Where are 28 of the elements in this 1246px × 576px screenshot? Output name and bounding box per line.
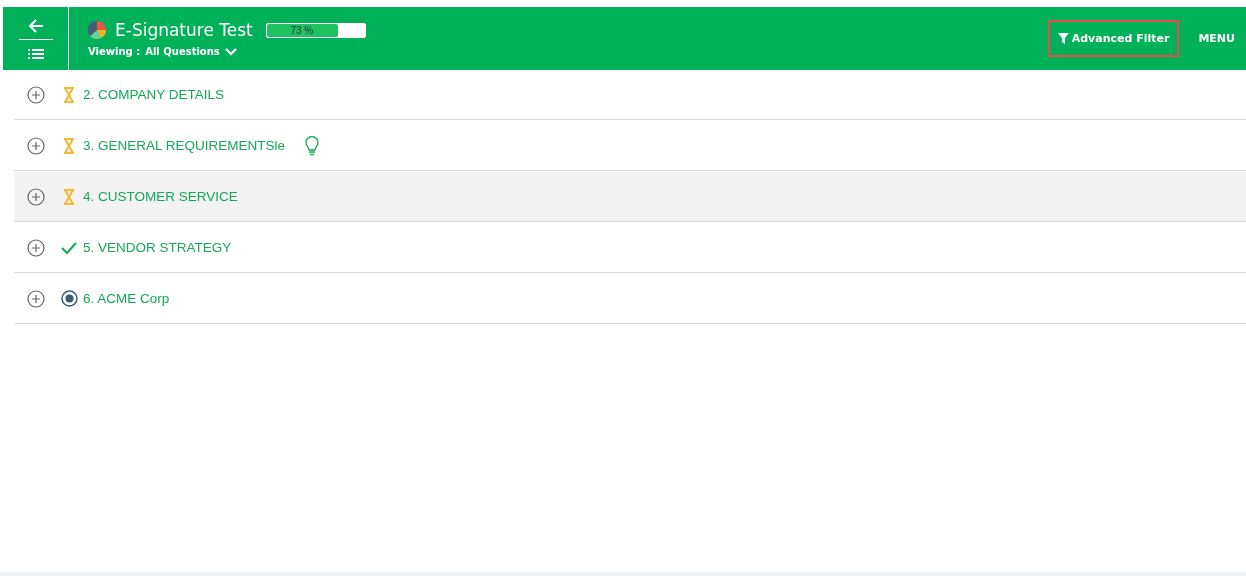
chevron-down-icon[interactable] (224, 47, 237, 56)
expand-icon[interactable] (27, 238, 45, 257)
expand-icon[interactable] (27, 289, 45, 308)
radio-dot-icon (60, 290, 78, 307)
pie-chart-icon (88, 21, 106, 39)
section-title[interactable]: 5. VENDOR STRATEGY (83, 240, 232, 255)
filter-icon (1057, 33, 1069, 44)
viewing-value[interactable]: All Questions (145, 46, 220, 57)
expand-icon[interactable] (27, 187, 45, 206)
hourglass-icon (63, 86, 75, 103)
hourglass-icon (63, 188, 75, 205)
expand-icon[interactable] (27, 85, 45, 104)
expand-icon[interactable] (27, 136, 45, 155)
hourglass-icon (63, 137, 75, 154)
section-row[interactable]: 4. CUSTOMER SERVICE (14, 172, 1246, 222)
advanced-filter-button[interactable]: Advanced Filter (1047, 20, 1180, 57)
list-icon[interactable] (27, 48, 44, 59)
section-title[interactable]: 2. COMPANY DETAILS (83, 87, 225, 102)
survey-title: E-Signature Test (115, 20, 253, 40)
progress-reading: 73 % (289, 23, 315, 37)
section-title[interactable]: 6. ACME Corp (83, 291, 170, 306)
checkmark-icon (61, 241, 77, 254)
lightbulb-icon[interactable] (305, 135, 320, 156)
section-title[interactable]: 4. CUSTOMER SERVICE (83, 189, 238, 204)
back-arrow-icon[interactable] (27, 18, 44, 33)
viewing-label: Viewing : (88, 46, 141, 57)
menu-button[interactable]: MENU (1195, 32, 1238, 45)
section-title[interactable]: 3. GENERAL REQUIREMENTSle (83, 138, 286, 153)
